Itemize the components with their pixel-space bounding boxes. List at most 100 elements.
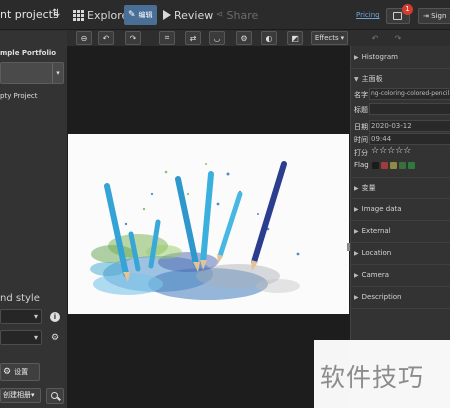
- style-select-1[interactable]: ▾: [0, 309, 42, 324]
- tab-explore[interactable]: Explore: [73, 5, 128, 25]
- reject-button[interactable]: ⊖: [76, 31, 92, 45]
- flag-swatch-dark-green[interactable]: [408, 162, 415, 169]
- projects-title[interactable]: nt projects: [0, 8, 59, 21]
- image-data-section[interactable]: ▶ Image data: [354, 205, 402, 213]
- title-field[interactable]: [369, 103, 450, 115]
- play-icon: [163, 10, 171, 20]
- photo-colored-pencils[interactable]: [68, 134, 349, 314]
- flip-icon: ⇄: [189, 33, 197, 43]
- adjust-button[interactable]: ⚙: [236, 31, 252, 45]
- pricing-link[interactable]: Pricing: [356, 11, 380, 19]
- variables-section[interactable]: ▶ 变量: [354, 183, 376, 193]
- histogram-section[interactable]: ▶ Histogram: [354, 53, 398, 61]
- tab-edit-label: 编辑: [138, 11, 153, 19]
- search-button[interactable]: [46, 388, 64, 404]
- location-section[interactable]: ▶ Location: [354, 249, 391, 257]
- contrast-button[interactable]: ◐: [261, 31, 277, 45]
- gear-icon: ⚙: [240, 33, 248, 43]
- chevron-right-icon: ▶: [354, 250, 359, 257]
- settings-label: 设置: [14, 368, 29, 376]
- edit-toolbar: ⊖ ↶ ↷ ⌗ ⇄ ◡ ⚙ ◐ ◩ Effects ▾: [67, 30, 350, 46]
- project-empty-project[interactable]: pty Project: [0, 92, 38, 100]
- settings-button[interactable]: ⚙ 设置: [0, 363, 40, 381]
- vignette-button[interactable]: ◡: [209, 31, 225, 45]
- redo-button[interactable]: ↷: [390, 31, 406, 45]
- create-album-button[interactable]: 创建相册▾: [0, 388, 41, 403]
- flag-swatch-none[interactable]: [372, 162, 379, 169]
- project-sidebar: mple Portfolio ▾ pty Project nd style ▾ …: [0, 31, 67, 408]
- notifications-button[interactable]: 1: [386, 4, 413, 24]
- chevron-down-icon: ▾: [33, 312, 38, 321]
- chevron-down-icon: ▾: [33, 333, 38, 342]
- rating-stars[interactable]: ☆☆☆☆☆: [371, 146, 411, 156]
- chevron-down-icon: ▾: [340, 34, 345, 42]
- share-icon: ⋖: [216, 10, 224, 20]
- flag-swatch-green[interactable]: [399, 162, 406, 169]
- chevron-down-icon[interactable]: ▾: [52, 63, 63, 83]
- tab-review[interactable]: Review: [163, 5, 213, 25]
- project-sample-portfolio[interactable]: mple Portfolio: [0, 49, 56, 57]
- chevron-down-icon: ▾: [31, 391, 35, 399]
- create-album-label: 创建相册: [3, 391, 31, 399]
- rating-label: 打分: [354, 149, 368, 157]
- megaphone-icon: [393, 12, 402, 20]
- title-label: 标题: [354, 106, 368, 114]
- selected-folder[interactable]: ▾: [0, 62, 64, 84]
- style-select-2[interactable]: ▾: [0, 330, 42, 345]
- rotate-right-icon: ↷: [129, 33, 137, 43]
- info-button[interactable]: i: [48, 310, 62, 324]
- tab-share-label: Share: [226, 8, 259, 22]
- flip-button[interactable]: ⇄: [185, 31, 201, 45]
- levels-button[interactable]: ◩: [287, 31, 303, 45]
- info-icon: i: [50, 312, 60, 322]
- gear-icon: ⚙: [50, 333, 60, 343]
- histogram-label: Histogram: [361, 53, 398, 61]
- sort-arrows-icon[interactable]: ⇅: [52, 8, 60, 19]
- name-value: ng-coloring-colored-pencil: [371, 90, 450, 97]
- sign-in-button[interactable]: ⇥ Sign: [418, 8, 450, 24]
- description-section[interactable]: ▶ Description: [354, 293, 402, 301]
- undo-button[interactable]: ↶: [367, 31, 383, 45]
- chevron-down-icon: ▼: [354, 76, 359, 83]
- reject-icon: ⊖: [80, 33, 88, 43]
- tab-edit[interactable]: ✎ 编辑: [124, 5, 157, 25]
- sign-in-label: Sign: [431, 12, 447, 20]
- main-section-label: 主面板: [361, 75, 383, 83]
- rotate-right-button[interactable]: ↷: [125, 31, 141, 45]
- time-label: 时间: [354, 136, 368, 144]
- colored-pencils-image: [68, 134, 349, 314]
- rotate-left-button[interactable]: ↶: [98, 31, 114, 45]
- gear-button[interactable]: ⚙: [48, 331, 62, 345]
- chevron-right-icon: ▶: [354, 206, 359, 213]
- notification-badge: 1: [402, 4, 413, 15]
- chevron-right-icon: ▶: [354, 294, 359, 301]
- external-section[interactable]: ▶ External: [354, 227, 391, 235]
- undo-icon: ↶: [371, 33, 379, 43]
- flag-swatch-yellow[interactable]: [390, 162, 397, 169]
- crop-button[interactable]: ⌗: [159, 31, 175, 45]
- levels-icon: ◩: [291, 33, 299, 43]
- chevron-right-icon: ▶: [354, 54, 359, 61]
- image-canvas[interactable]: [67, 46, 350, 408]
- main-section[interactable]: ▼ 主面板: [354, 74, 383, 84]
- camera-section[interactable]: ▶ Camera: [354, 271, 389, 279]
- description-label: Description: [361, 293, 402, 301]
- tab-share[interactable]: ⋖ Share: [216, 5, 258, 25]
- gear-icon: ⚙: [3, 367, 12, 377]
- effects-menu-button[interactable]: Effects ▾: [311, 31, 348, 45]
- crop-icon: ⌗: [164, 33, 170, 42]
- rotate-left-icon: ↶: [102, 33, 110, 43]
- watermark: 软件技巧: [314, 340, 450, 408]
- style-section-title: nd style: [0, 293, 40, 304]
- flag-swatch-red[interactable]: [381, 162, 388, 169]
- grid-icon: [73, 9, 84, 21]
- image-data-label: Image data: [361, 205, 402, 213]
- name-label: 名字: [354, 91, 368, 99]
- effects-label: Effects: [314, 34, 339, 42]
- flag-label: Flag: [354, 161, 369, 169]
- date-label: 日期: [354, 123, 368, 131]
- sign-in-icon: ⇥: [423, 12, 429, 20]
- variables-label: 变量: [361, 184, 376, 192]
- top-bar: nt projects ⇅ Explore ✎ 编辑 Review ⋖ Shar…: [0, 0, 450, 30]
- redo-icon: ↷: [394, 33, 402, 43]
